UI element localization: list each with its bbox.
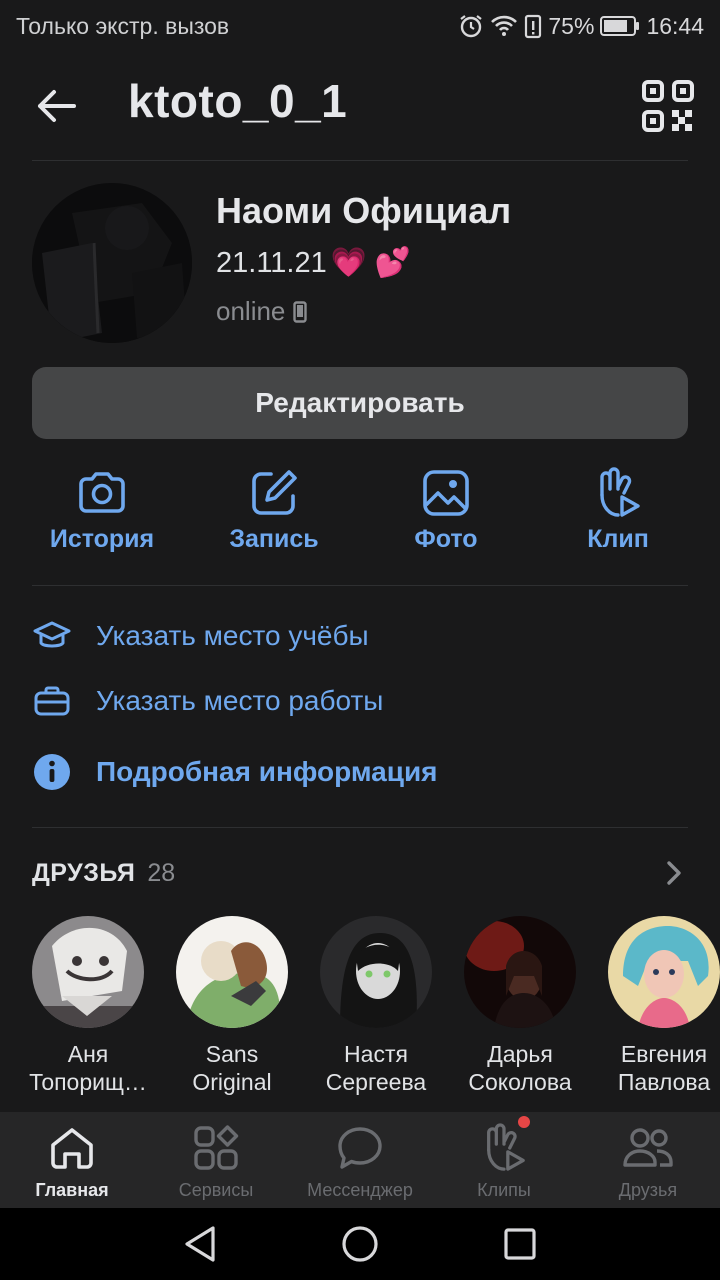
status-bar: Только экстр. вызов 75% 16:44 (0, 0, 720, 52)
action-label: Фото (414, 525, 478, 553)
arrow-left-icon (38, 90, 76, 122)
qr-code-button[interactable] (640, 78, 696, 134)
status-icons: 75% 16:44 (458, 13, 704, 40)
friends-count: 28 (147, 858, 176, 887)
friend-item[interactable]: Евгения Павлова (592, 916, 720, 1096)
clip-icon (590, 465, 646, 521)
action-label: Клип (587, 525, 649, 553)
quick-actions: История Запись Фото Клип (0, 465, 720, 565)
friend-avatar (32, 916, 144, 1028)
profile-name: Наоми Официал (216, 190, 512, 231)
header: ktoto_0_1 (0, 60, 720, 152)
friend-avatar (464, 916, 576, 1028)
page-title: ktoto_0_1 (128, 75, 348, 127)
battery-icon (600, 15, 640, 37)
tab-label: Друзья (618, 1180, 678, 1200)
action-post[interactable]: Запись (194, 465, 354, 554)
notification-badge (518, 1116, 530, 1128)
add-work-label: Указать место работы (96, 685, 384, 716)
camera-icon (74, 465, 130, 521)
online-text: online (216, 296, 286, 326)
messenger-icon (334, 1122, 386, 1174)
divider (32, 827, 688, 828)
tab-label: Клипы (477, 1180, 531, 1200)
qr-code-icon (642, 80, 694, 132)
status-emoji: 💗 💕 (330, 247, 412, 279)
friend-avatar (320, 916, 432, 1028)
friends-title: ДРУЗЬЯ (32, 858, 136, 887)
graduation-cap-icon (32, 616, 72, 656)
status-text: 21.11.21 (216, 246, 327, 279)
carrier-text: Только экстр. вызов (16, 12, 230, 39)
action-label: Запись (229, 525, 319, 553)
clock-time: 16:44 (646, 12, 704, 39)
tab-label: Мессенджер (307, 1180, 413, 1200)
action-photo[interactable]: Фото (366, 465, 526, 554)
friend-name: Аня Топорищ… (29, 1041, 147, 1095)
friend-avatar (608, 916, 720, 1028)
action-clip[interactable]: Клип (538, 465, 698, 554)
friend-name: Евгения Павлова (617, 1041, 711, 1095)
chevron-right-icon (660, 855, 688, 891)
back-button[interactable] (28, 80, 84, 132)
image-icon (418, 465, 474, 521)
square-recents-icon (504, 1228, 536, 1260)
tab-clips[interactable]: Клипы (432, 1112, 576, 1208)
nav-back-button[interactable] (172, 1216, 228, 1272)
nav-home-button[interactable] (332, 1216, 388, 1272)
nav-recents-button[interactable] (492, 1216, 548, 1272)
wifi-icon (490, 14, 518, 38)
friend-avatar (176, 916, 288, 1028)
triangle-back-icon (185, 1226, 215, 1262)
bottom-tab-bar: Главная Сервисы Мессенджер Клипы Друзья (0, 1112, 720, 1208)
tab-label: Сервисы (178, 1180, 254, 1200)
details-label: Подробная информация (96, 756, 438, 787)
friends-icon (622, 1122, 674, 1174)
friend-item[interactable]: Настя Сергеева (304, 916, 448, 1096)
friend-item[interactable]: Аня Топорищ… (16, 916, 160, 1096)
avatar-image (32, 183, 192, 343)
divider (32, 585, 688, 586)
add-study-link[interactable]: Указать место учёбы (32, 612, 369, 660)
phone-icon (293, 300, 308, 323)
alarm-icon (458, 13, 484, 39)
briefcase-icon (32, 681, 72, 721)
circle-home-icon (342, 1226, 378, 1262)
profile-avatar[interactable] (32, 183, 192, 343)
friend-item[interactable]: Sans Original (160, 916, 304, 1096)
home-icon (46, 1122, 98, 1174)
tab-services[interactable]: Сервисы (144, 1112, 288, 1208)
tab-home[interactable]: Главная (0, 1112, 144, 1208)
action-label: История (49, 525, 155, 553)
add-study-label: Указать место учёбы (96, 620, 369, 651)
friend-name: Настя Сергеева (325, 1041, 427, 1095)
edit-profile-button[interactable]: Редактировать (32, 367, 688, 439)
profile-status[interactable]: 21.11.21 💗 💕 (216, 246, 411, 280)
friend-name: Дарья Соколова (468, 1041, 572, 1095)
tab-messenger[interactable]: Мессенджер (288, 1112, 432, 1208)
online-status: online (216, 296, 308, 327)
add-work-link[interactable]: Указать место работы (32, 677, 383, 725)
services-icon (190, 1122, 242, 1174)
battery-percent: 75% (548, 12, 595, 39)
info-icon (32, 752, 72, 792)
tab-friends[interactable]: Друзья (576, 1112, 720, 1208)
system-navigation-bar (0, 1208, 720, 1280)
friend-name: Sans Original (192, 1041, 272, 1095)
edit-icon (246, 465, 302, 521)
tab-label: Главная (35, 1180, 109, 1200)
details-link[interactable]: Подробная информация (32, 748, 438, 796)
action-story[interactable]: История (22, 465, 182, 554)
divider (32, 160, 688, 161)
battery-alert-icon (524, 13, 542, 39)
friend-item[interactable]: Дарья Соколова (448, 916, 592, 1096)
clips-icon (478, 1122, 530, 1174)
friends-header[interactable]: ДРУЗЬЯ 28 (32, 855, 688, 891)
